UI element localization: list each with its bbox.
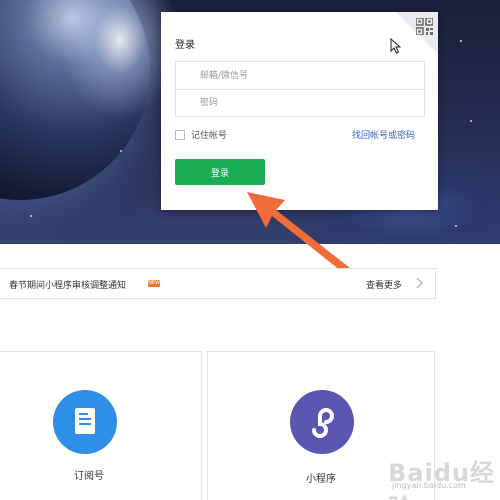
mini-program-icon-circle bbox=[290, 390, 354, 454]
subscription-account-card[interactable]: 订阅号 bbox=[0, 351, 202, 500]
notice-bar[interactable]: 春节期间小程序审核调整通知 NEW 查看更多 bbox=[0, 268, 436, 299]
username-input[interactable] bbox=[175, 61, 425, 89]
document-icon bbox=[75, 408, 95, 434]
login-title: 登录 bbox=[175, 40, 195, 51]
notice-text[interactable]: 春节期间小程序审核调整通知 bbox=[9, 278, 126, 291]
remember-account[interactable]: 记住帐号 bbox=[175, 128, 227, 141]
forgot-password-link[interactable]: 找回帐号或密码 bbox=[352, 128, 415, 141]
subscription-icon-circle bbox=[53, 390, 117, 454]
watermark-brand: Baidu经验 bbox=[388, 459, 495, 500]
login-card: 登录 记住帐号 找回帐号或密码 登录 bbox=[161, 12, 438, 210]
view-more-link[interactable]: 查看更多 bbox=[366, 278, 402, 291]
chevron-right-icon[interactable] bbox=[414, 277, 424, 289]
login-button[interactable]: 登录 bbox=[175, 159, 265, 185]
qr-code-icon[interactable] bbox=[416, 18, 433, 35]
watermark-url: jingyan.baidu.com bbox=[392, 481, 466, 490]
new-badge: NEW bbox=[148, 280, 160, 287]
baidu-watermark: Baidu经验 jingyan.baidu.com bbox=[352, 447, 500, 500]
mouse-cursor-icon bbox=[390, 38, 401, 54]
qr-login-toggle[interactable] bbox=[396, 12, 438, 54]
mini-program-icon bbox=[312, 408, 334, 438]
password-input[interactable] bbox=[175, 89, 425, 117]
remember-checkbox[interactable] bbox=[175, 129, 185, 140]
subscription-account-label: 订阅号 bbox=[74, 471, 104, 482]
remember-label: 记住帐号 bbox=[191, 131, 228, 141]
